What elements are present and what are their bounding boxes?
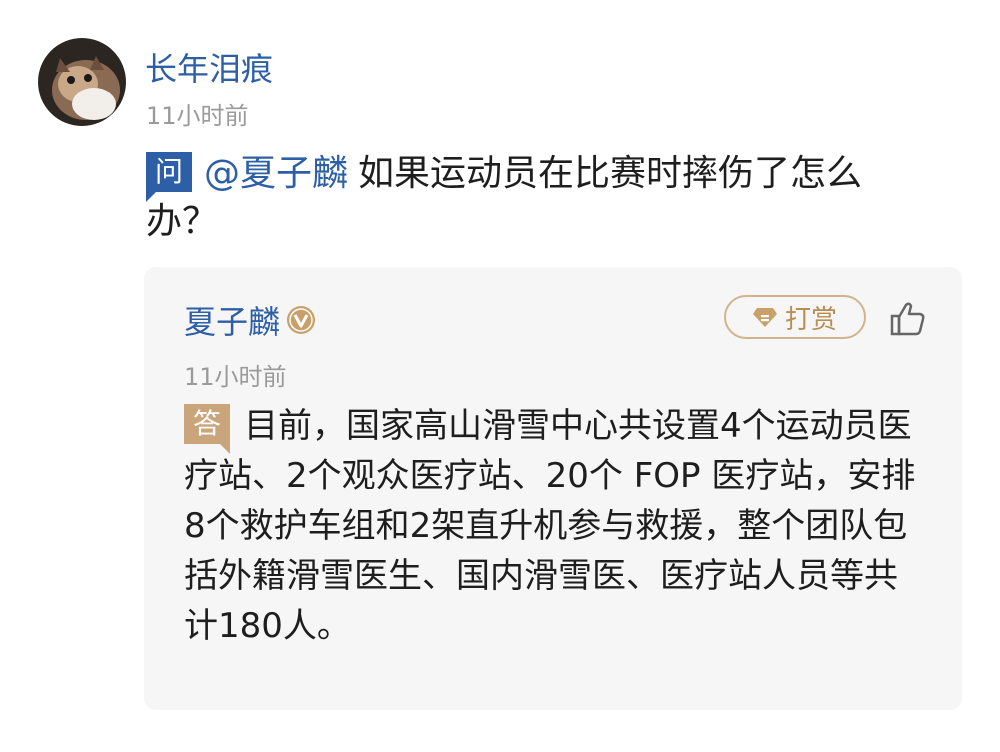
reward-button[interactable]: 打赏 [724,295,866,339]
like-button[interactable] [888,299,928,339]
answer-card: 夏子麟 11小时前 打赏 答目前，国家高山滑雪中心共设置4个运动员医疗站、2个观… [144,267,962,710]
answer-text: 答目前，国家高山滑雪中心共设置4个运动员医疗站、2个观众医疗站、20个 FOP … [184,401,924,651]
cat-avatar-icon [38,38,126,126]
answer-body: 目前，国家高山滑雪中心共设置4个运动员医疗站、2个观众医疗站、20个 FOP 医… [184,406,916,646]
mention-link[interactable]: @夏子麟 [204,153,348,194]
reward-label: 打赏 [784,304,837,335]
verified-v-icon [287,306,316,334]
answer-badge: 答 [184,404,230,454]
answer-author-name[interactable]: 夏子麟 [184,297,280,343]
gem-icon [752,308,777,327]
thumbs-up-icon [890,302,925,336]
answer-author[interactable]: 夏子麟 [184,297,316,343]
post-time: 11小时前 [146,102,249,130]
username[interactable]: 长年泪痕 [145,44,273,90]
answer-time: 11小时前 [184,363,287,391]
avatar[interactable] [38,38,126,126]
question: 问 @夏子麟 如果运动员在比赛时摔伤了怎么办？ [146,150,876,246]
question-badge: 问 [146,152,192,202]
